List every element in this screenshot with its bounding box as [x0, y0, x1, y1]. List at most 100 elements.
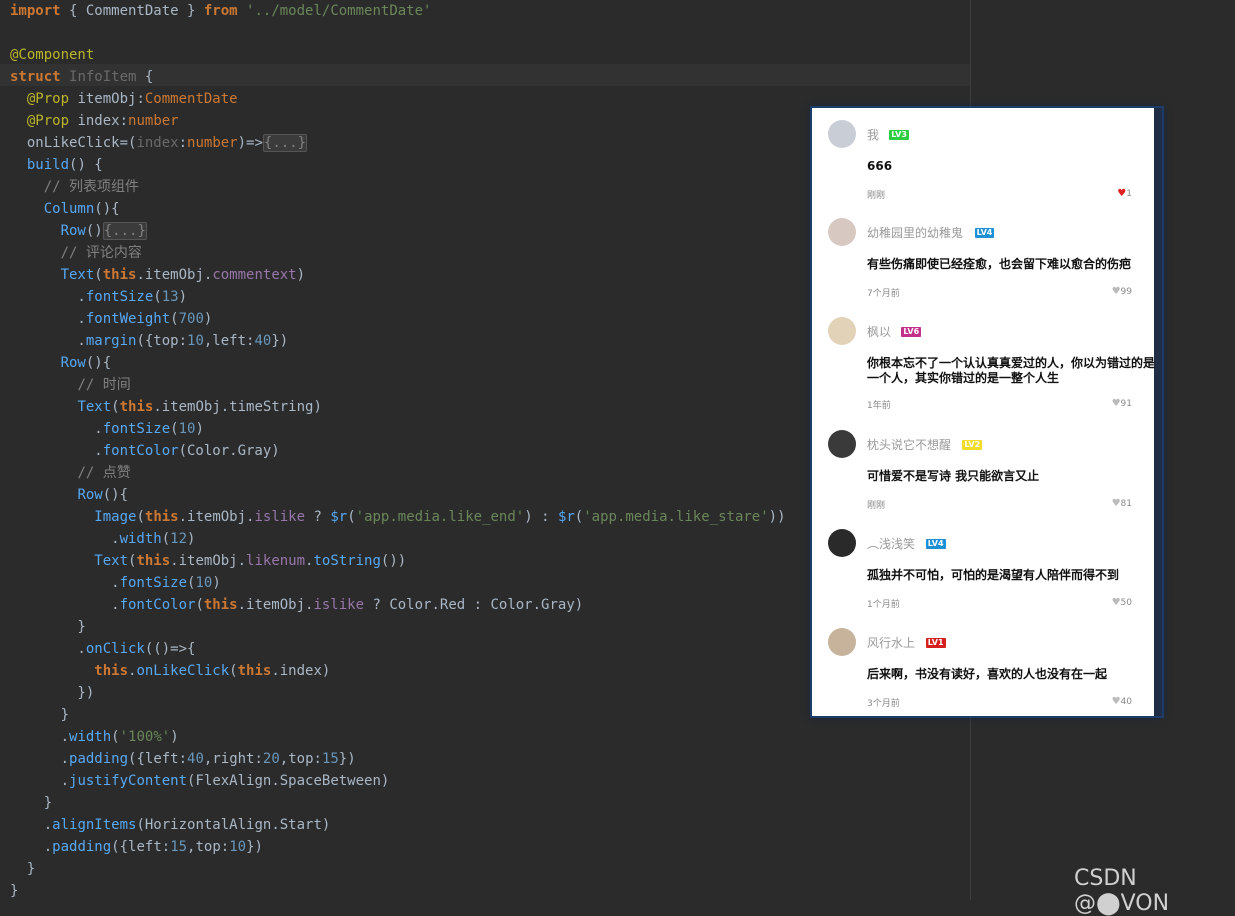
code-line[interactable]: .padding({left:40,right:20,top:15}): [10, 748, 786, 770]
avatar: [828, 218, 856, 246]
code-token: margin: [85, 333, 137, 349]
code-token: }): [338, 751, 356, 767]
code-token: // 时间: [77, 377, 131, 393]
code-line[interactable]: @Component: [10, 44, 786, 66]
code-line[interactable]: .fontWeight(700): [10, 308, 786, 330]
code-token: ({top:: [136, 333, 188, 349]
heart-icon: ♥: [1111, 498, 1121, 509]
code-token: // 点赞: [77, 465, 131, 481]
code-line[interactable]: @Prop itemObj:CommentDate: [10, 88, 786, 110]
code-line[interactable]: // 评论内容: [10, 242, 786, 264]
code-line[interactable]: }: [10, 792, 786, 814]
code-line[interactable]: this.onLikeClick(this.index): [10, 660, 786, 682]
code-token: onLikeClick=(: [10, 135, 137, 151]
code-token: }: [10, 619, 86, 635]
code-line[interactable]: .width(12): [10, 528, 786, 550]
code-line[interactable]: Text(this.itemObj.timeString): [10, 396, 786, 418]
code-line[interactable]: .justifyContent(FlexAlign.SpaceBetween): [10, 770, 786, 792]
code-token: .: [10, 839, 53, 855]
code-token: (: [94, 267, 103, 283]
code-token: this: [136, 553, 171, 569]
code-token: ({left:: [111, 839, 171, 855]
level-badge: LV4: [925, 539, 946, 549]
heart-icon: ♥: [1117, 188, 1127, 199]
code-token: :: [178, 135, 188, 151]
code-area[interactable]: import { CommentDate } from '../model/Co…: [10, 0, 786, 902]
code-token: (: [229, 663, 238, 679]
code-token: Row: [77, 487, 103, 503]
code-token: .: [10, 289, 86, 305]
code-line[interactable]: Row(){: [10, 352, 786, 374]
level-badge: LV2: [962, 440, 983, 450]
code-line[interactable]: }: [10, 616, 786, 638]
code-token: (: [111, 399, 120, 415]
code-line[interactable]: .fontSize(10): [10, 572, 786, 594]
code-token: padding: [69, 751, 129, 767]
code-line[interactable]: // 点赞: [10, 462, 786, 484]
like-button[interactable]: ♥81: [1112, 498, 1132, 509]
code-line[interactable]: Row(){: [10, 484, 786, 506]
like-button[interactable]: ♥40: [1112, 696, 1132, 707]
code-token: ): [195, 421, 204, 437]
code-token: index:: [69, 113, 129, 129]
comment-text: 有些伤痛即使已经痊愈，也会留下难以愈合的伤疤: [867, 257, 1132, 271]
code-token: {: [136, 69, 154, 85]
code-token: this: [144, 509, 179, 525]
code-token: onLikeClick: [136, 663, 230, 679]
code-token: 12: [170, 531, 188, 547]
code-token: (: [136, 509, 145, 525]
code-line[interactable]: Row(){...}: [10, 220, 786, 242]
code-line[interactable]: onLikeClick=(index:number)=>{...}: [10, 132, 786, 154]
code-line[interactable]: Text(this.itemObj.likenum.toString()): [10, 550, 786, 572]
code-line[interactable]: .fontSize(13): [10, 286, 786, 308]
code-line[interactable]: // 时间: [10, 374, 786, 396]
code-token: this: [119, 399, 154, 415]
code-line[interactable]: Image(this.itemObj.islike ? $r('app.medi…: [10, 506, 785, 528]
code-line[interactable]: Column(){: [10, 198, 786, 220]
code-line[interactable]: }: [10, 880, 786, 902]
code-line[interactable]: // 列表项组件: [10, 176, 786, 198]
code-line[interactable]: [10, 22, 786, 44]
comment-time: 3个月前: [867, 699, 900, 709]
code-line[interactable]: .onClick(()=>{: [10, 638, 786, 660]
code-line[interactable]: .fontSize(10): [10, 418, 786, 440]
like-button[interactable]: ♥50: [1112, 597, 1132, 608]
like-button[interactable]: ♥91: [1112, 398, 1132, 409]
code-token: .: [10, 817, 53, 833]
like-button[interactable]: ♥1: [1117, 188, 1132, 199]
avatar: [828, 430, 856, 458]
code-line[interactable]: .fontColor(this.itemObj.islike ? Color.R…: [10, 594, 786, 616]
code-token: .: [10, 531, 120, 547]
code-token: ): [296, 267, 306, 283]
code-token: ,top:: [187, 839, 230, 855]
code-line[interactable]: .width('100%'): [10, 726, 786, 748]
code-line[interactable]: .margin({top:10,left:40}): [10, 330, 786, 352]
code-line[interactable]: }: [10, 858, 786, 880]
code-token: Text: [60, 267, 95, 283]
code-line[interactable]: @Prop index:number: [10, 110, 786, 132]
code-line[interactable]: }): [10, 682, 786, 704]
code-line[interactable]: .padding({left:15,top:10}): [10, 836, 786, 858]
code-token: 20: [262, 751, 280, 767]
code-line[interactable]: .fontColor(Color.Gray): [10, 440, 786, 462]
code-token: // 评论内容: [60, 245, 142, 261]
code-token: fontSize: [85, 289, 154, 305]
code-line[interactable]: build() {: [10, 154, 786, 176]
code-token: Image: [94, 509, 137, 525]
comment-text: 孤独并不可怕，可怕的是渴望有人陪伴而得不到: [867, 568, 1120, 582]
code-line[interactable]: .alignItems(HorizontalAlign.Start): [10, 814, 786, 836]
comment-text: 666: [867, 159, 893, 173]
code-line[interactable]: }: [10, 704, 786, 726]
code-line[interactable]: struct InfoItem {: [10, 66, 786, 88]
code-token: onClick: [85, 641, 145, 657]
like-button[interactable]: ♥99: [1112, 286, 1132, 297]
code-token: number: [187, 135, 238, 151]
code-token: 40: [187, 751, 204, 767]
code-line[interactable]: import { CommentDate } from '../model/Co…: [10, 0, 786, 22]
code-line[interactable]: Text(this.itemObj.commentext): [10, 264, 786, 286]
code-token: width: [119, 531, 162, 547]
